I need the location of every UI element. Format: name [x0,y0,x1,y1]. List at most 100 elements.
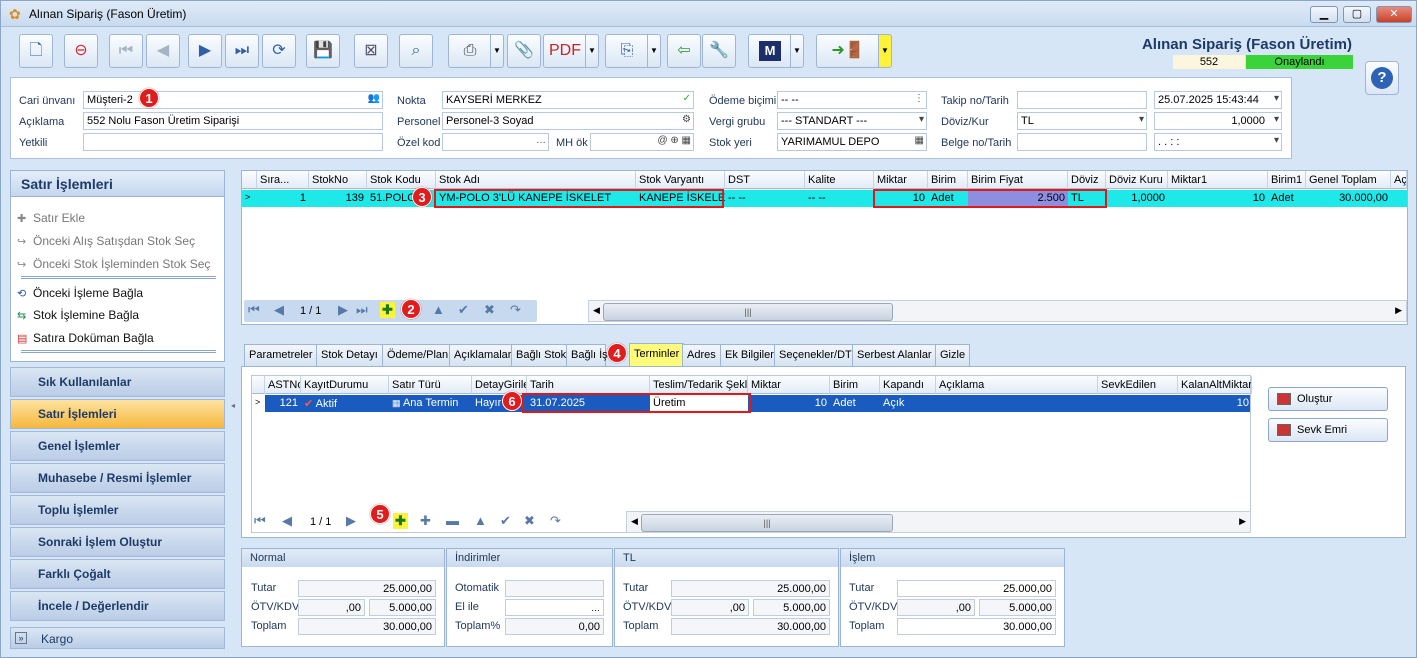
cell-birim[interactable]: Adet [830,395,880,412]
nav-incele[interactable]: İncele / Değerlendir [10,591,225,621]
col-stokkodu[interactable]: Stok Kodu [367,171,436,189]
undo-icon[interactable]: ↷ [510,302,521,318]
cell-kalanaltmiktar[interactable]: 10 [1178,395,1252,412]
col-aciklama[interactable]: Açı [1391,171,1407,189]
cancel-icon[interactable]: ✖ [484,302,495,318]
col-birim[interactable]: Birim [928,171,968,189]
table-row[interactable]: > 121 ✔ Aktif ▦ Ana Termin Hayır 31.07.2… [252,395,1250,412]
refresh-icon[interactable]: ⟳ [262,34,296,68]
cell-sevkedilen[interactable] [1098,395,1178,412]
save-icon[interactable]: 💾 [306,34,340,68]
nav-sik-kullanilanlar[interactable]: Sık Kullanılanlar [10,367,225,397]
tools-icon[interactable]: 🔧 [702,34,736,68]
nokta-field[interactable]: KAYSERİ MERKEZ ✓ [442,91,694,109]
exit-icon[interactable]: ➜🚪 [816,34,880,68]
tab-aciklamalar[interactable]: Açıklamalar [449,344,517,366]
exit-dropdown-icon[interactable]: ▼ [878,34,892,68]
col-stokadi[interactable]: Stok Adı [436,171,636,189]
nav-kargo[interactable]: » Kargo [10,627,225,649]
next-record-icon[interactable]: ▶ [188,34,222,68]
cell-satirturu[interactable]: ▦ Ana Termin [389,395,472,412]
doviz-select[interactable]: TL ▾ [1017,112,1147,130]
col-geneltoplam[interactable]: Genel Toplam [1306,171,1391,189]
scroll-left-icon[interactable]: ◀ [593,305,600,316]
tab-parametreler[interactable]: Parametreler [244,344,318,366]
scroll-thumb[interactable]: ||| [603,303,893,321]
nav-satir-islemleri[interactable]: Satır İşlemleri [10,399,225,429]
yetkili-field[interactable] [83,133,383,151]
splitter-handle[interactable]: ◂ [231,401,235,410]
col-birim1[interactable]: Birim1 [1268,171,1306,189]
preview-icon[interactable]: ⌕ [399,34,433,68]
prev-page-icon[interactable]: ◀ [282,513,292,529]
tab-bagli-stok[interactable]: Bağlı Stok [511,344,572,366]
col-birimfiyat[interactable]: Birim Fiyat [968,171,1068,189]
col-kayitdurumu[interactable]: KayıtDurumu [301,376,389,394]
m-dropdown-icon[interactable]: ▼ [790,34,804,68]
col-sira[interactable]: Sıra... [257,171,309,189]
nav-genel-islemler[interactable]: Genel İşlemler [10,431,225,461]
cancel-icon[interactable]: ✖ [524,513,535,529]
col-kalite[interactable]: Kalite [805,171,874,189]
cell-miktar[interactable]: 10 [748,395,830,412]
kur-field[interactable]: 1,0000 ▾ [1154,112,1282,130]
odeme-field[interactable]: -- -- ⋮ [777,91,927,109]
olustur-button[interactable]: Oluştur [1268,387,1388,411]
scroll-left-icon[interactable]: ◀ [631,516,638,527]
aciklama-field[interactable]: 552 Nolu Fason Üretim Siparişi [83,112,383,130]
nav-satira-dokuman-bagla[interactable]: ▤ Satıra Doküman Bağla [17,331,154,345]
nav-onceki-stok-islem[interactable]: ↪ Önceki Stok İşleminden Stok Seç [17,257,210,271]
copy-icon[interactable]: ⎘ [605,34,649,68]
termin-grid-hscroll[interactable]: ◀ ||| ▶ [626,511,1251,533]
tab-secenekler[interactable]: Seçenekler/DT [774,344,857,366]
elile-field[interactable]: … [505,599,604,616]
print-icon[interactable]: ⎙ [448,34,492,68]
sevk-emri-button[interactable]: Sevk Emri [1268,418,1388,442]
add-row-icon[interactable]: ✚ [393,513,408,529]
col-miktar[interactable]: Miktar [874,171,928,189]
takip-field[interactable] [1017,91,1147,109]
cell-kayitdurumu[interactable]: ✔ Aktif [301,395,389,412]
stokyeri-field[interactable]: YARIMAMUL DEPO ▦ [777,133,927,151]
first-page-icon[interactable]: ⏮ [248,302,260,318]
last-page-icon[interactable]: ⏭ [356,302,368,318]
delete-document-icon[interactable]: ⊖ [64,34,98,68]
col-detay[interactable]: DetayGirile [472,376,527,394]
confirm-icon[interactable]: ✔ [500,513,511,529]
first-record-icon[interactable]: ⏮ [109,34,143,68]
minimize-button[interactable]: ▁ [1310,6,1338,23]
nav-sonraki-islem[interactable]: Sonraki İşlem Oluştur [10,527,225,557]
nav-muhasebe[interactable]: Muhasebe / Resmi İşlemler [10,463,225,493]
prev-page-icon[interactable]: ◀ [274,302,284,318]
tab-gizle[interactable]: Gizle [935,344,971,366]
remove-row-icon[interactable]: ▬ [446,513,459,528]
tab-terminler[interactable]: Terminler [629,343,685,366]
lines-grid-hscroll[interactable]: ◀ ||| ▶ [588,300,1407,322]
previous-record-icon[interactable]: ◀ [146,34,180,68]
cell-sira[interactable]: 1 [257,190,309,207]
cell-aciklama[interactable] [936,395,1098,412]
next-page-icon[interactable]: ▶ [338,302,348,318]
attachment-icon[interactable]: 📎 [507,34,541,68]
add-sub-icon[interactable]: ✚ [420,513,431,529]
tab-bagli-is[interactable]: Bağlı İş [566,344,608,366]
cell-astno[interactable]: 121 [265,395,301,412]
cell-geneltoplam[interactable]: 30.000,00 [1306,190,1391,207]
cell-kapandi[interactable]: Açık [880,395,936,412]
nav-farkli-cogalt[interactable]: Farklı Çoğalt [10,559,225,589]
cell-kalite[interactable]: -- -- [805,190,874,207]
move-up-icon[interactable]: ▲ [432,302,445,317]
help-button[interactable]: ? [1365,61,1399,95]
col-sevkedilen[interactable]: SevkEdilen [1098,376,1178,394]
scroll-right-icon[interactable]: ▶ [1239,516,1246,527]
cell-miktar1[interactable]: 10 [1168,190,1268,207]
nav-toplu-islemler[interactable]: Toplu İşlemler [10,495,225,525]
nav-onceki-isleme-bagla[interactable]: ⟲ Önceki İşleme Bağla [17,286,143,300]
pdf-export-icon[interactable]: PDF [543,34,587,68]
personel-field[interactable]: Personel-3 Soyad ⚙ [442,112,694,130]
takip-date-field[interactable]: 25.07.2025 15:43:44 ▾ [1154,91,1282,109]
tab-odeme-plan[interactable]: Ödeme/Plan [382,344,454,366]
nav-stok-islemine-bagla[interactable]: ⇆ Stok İşlemine Bağla [17,308,139,322]
move-up-icon[interactable]: ▲ [474,513,487,528]
tab-adres[interactable]: Adres [682,344,721,366]
